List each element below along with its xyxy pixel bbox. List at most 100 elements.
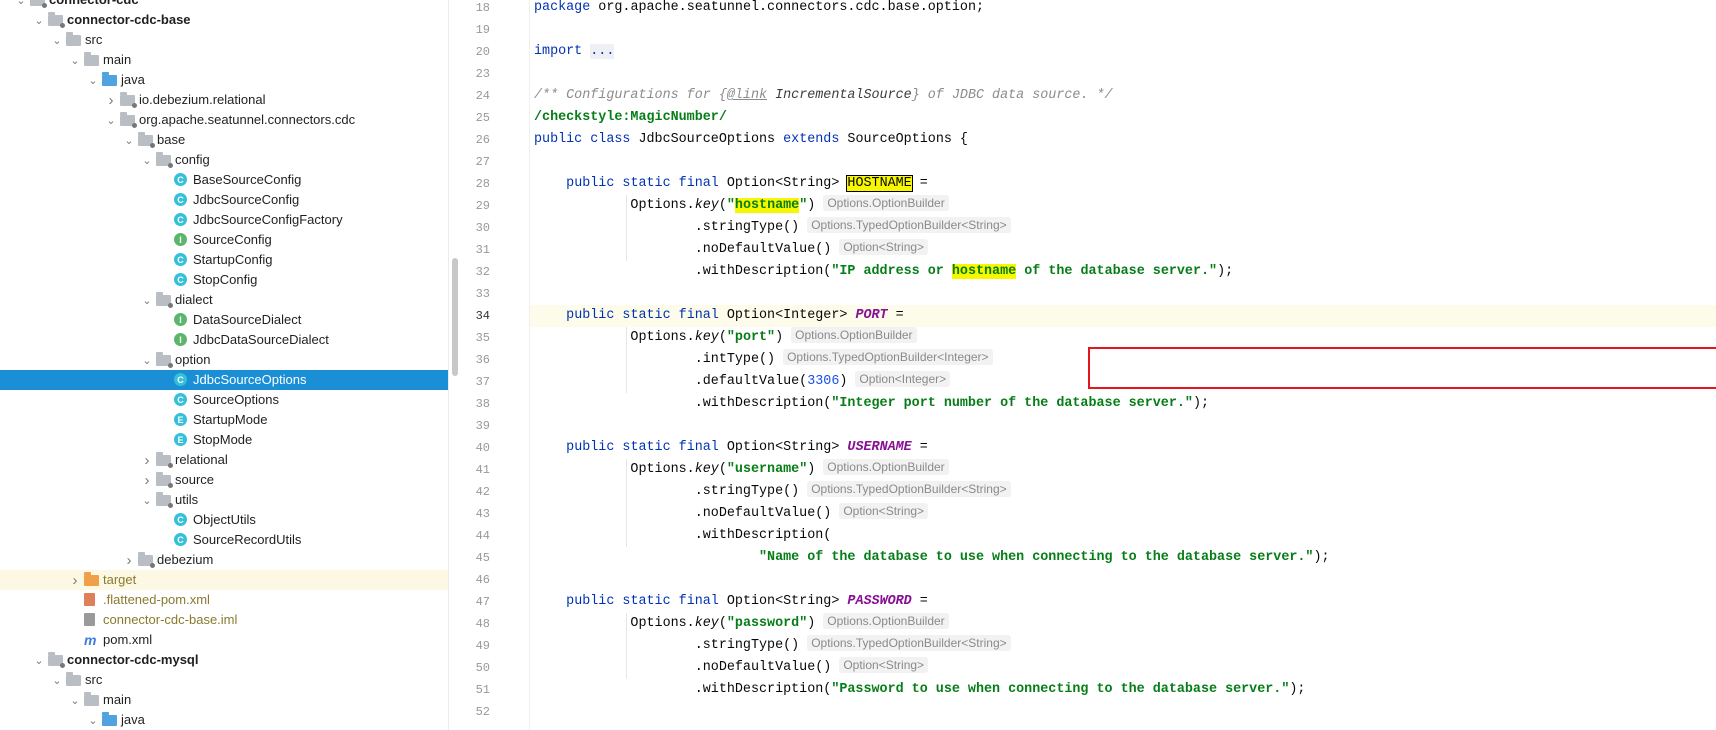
chevron-right-icon[interactable]: › (104, 90, 118, 110)
line-number[interactable]: 29 (464, 195, 490, 217)
code-line[interactable]: public static final Option<String> HOSTN… (534, 173, 928, 195)
chevron-down-icon[interactable]: ⌄ (140, 490, 154, 510)
tree-item-jdbcsourceoptions[interactable]: C JdbcSourceOptions (0, 370, 448, 390)
chevron-down-icon[interactable]: ⌄ (86, 710, 100, 730)
panel-divider[interactable] (448, 0, 449, 730)
tree-scrollbar[interactable] (452, 258, 458, 376)
code-line[interactable]: public class JdbcSourceOptions extends S… (534, 129, 968, 151)
chevron-down-icon[interactable]: ⌄ (68, 50, 82, 70)
code-line[interactable]: .withDescription("IP address or hostname… (534, 261, 1233, 283)
line-number[interactable]: 19 (464, 19, 490, 41)
line-number[interactable]: 51 (464, 679, 490, 701)
tree-item-io-debezium-relational[interactable]: › io.debezium.relational (0, 90, 448, 110)
line-number[interactable]: 47 (464, 591, 490, 613)
code-line[interactable]: Options.key("username") Options.OptionBui… (534, 459, 949, 481)
line-number[interactable]: 49 (464, 635, 490, 657)
chevron-down-icon[interactable]: ⌄ (104, 110, 118, 130)
chevron-down-icon[interactable]: ⌄ (86, 70, 100, 90)
tree-item-dialect[interactable]: ⌄ dialect (0, 290, 448, 310)
code-line[interactable]: .stringType() Options.TypedOptionBuilder<… (534, 481, 1011, 503)
line-number[interactable]: 43 (464, 503, 490, 525)
code-line[interactable]: Options.key("hostname") Options.OptionBui… (534, 195, 949, 217)
tree-item-connector-cdc[interactable]: ⌄ connector-cdc (0, 0, 448, 10)
code-line[interactable]: public static final Option<Integer> PORT… (534, 305, 904, 327)
tree-item-relational[interactable]: › relational (0, 450, 448, 470)
line-number[interactable]: 28 (464, 173, 490, 195)
line-number[interactable]: 37 (464, 371, 490, 393)
code-line[interactable]: /checkstyle:MagicNumber/ (534, 107, 727, 129)
line-number[interactable]: 27 (464, 151, 490, 173)
line-number[interactable]: 41 (464, 459, 490, 481)
code-line[interactable]: public static final Option<String> PASSW… (534, 591, 928, 613)
chevron-down-icon[interactable]: ⌄ (50, 30, 64, 50)
tree-item-source[interactable]: › source (0, 470, 448, 490)
tree-item-startupconfig[interactable]: C StartupConfig (0, 250, 448, 270)
line-number[interactable]: 50 (464, 657, 490, 679)
line-number[interactable]: 33 (464, 283, 490, 305)
code-line[interactable]: Options.key("port") Options.OptionBuilder (534, 327, 917, 349)
line-number[interactable]: 23 (464, 63, 490, 85)
tree-item-startupmode[interactable]: E StartupMode (0, 410, 448, 430)
chevron-down-icon[interactable]: ⌄ (32, 650, 46, 670)
line-number[interactable]: 38 (464, 393, 490, 415)
tree-item-stopconfig[interactable]: C StopConfig (0, 270, 448, 290)
chevron-right-icon[interactable]: › (140, 450, 154, 470)
tree-item-connector-cdc-base-iml[interactable]: connector-cdc-base.iml (0, 610, 448, 630)
line-number[interactable]: 32 (464, 261, 490, 283)
tree-item-main[interactable]: ⌄ main (0, 690, 448, 710)
line-number[interactable]: 18 (464, 0, 490, 19)
code-line[interactable]: .defaultValue(3306) Option<Integer> (534, 371, 951, 393)
line-number[interactable]: 48 (464, 613, 490, 635)
chevron-down-icon[interactable]: ⌄ (68, 690, 82, 710)
chevron-right-icon[interactable]: › (122, 550, 136, 570)
tree-item-org-apache-seatunnel-connectors-cdc[interactable]: ⌄ org.apache.seatunnel.connectors.cdc (0, 110, 448, 130)
code-line[interactable]: .stringType() Options.TypedOptionBuilder<… (534, 217, 1011, 239)
code-line[interactable]: .noDefaultValue() Option<String> (534, 657, 929, 679)
tree-item-connector-cdc-base[interactable]: ⌄ connector-cdc-base (0, 10, 448, 30)
tree-item-base[interactable]: ⌄ base (0, 130, 448, 150)
code-line[interactable]: import ... (534, 41, 615, 63)
tree-item-debezium[interactable]: › debezium (0, 550, 448, 570)
tree-item-jdbcdatasourcedialect[interactable]: I JdbcDataSourceDialect (0, 330, 448, 350)
code-line[interactable]: Options.key("password") Options.OptionBui… (534, 613, 949, 635)
tree-item-objectutils[interactable]: C ObjectUtils (0, 510, 448, 530)
line-number[interactable]: 25 (464, 107, 490, 129)
line-number[interactable]: 36 (464, 349, 490, 371)
line-number[interactable]: 34 (464, 305, 490, 327)
line-number[interactable]: 52 (464, 701, 490, 723)
code-line[interactable]: "Name of the database to use when connec… (534, 547, 1330, 569)
line-number[interactable]: 20 (464, 41, 490, 63)
line-number[interactable]: 46 (464, 569, 490, 591)
tree-item-flattened-pom-xml[interactable]: .flattened-pom.xml (0, 590, 448, 610)
tree-item-jdbcsourceconfigfactory[interactable]: C JdbcSourceConfigFactory (0, 210, 448, 230)
code-line[interactable]: /** Configurations for {@link Incrementa… (534, 85, 1113, 107)
tree-item-main[interactable]: ⌄ main (0, 50, 448, 70)
chevron-right-icon[interactable]: › (68, 570, 82, 590)
line-number[interactable]: 42 (464, 481, 490, 503)
chevron-down-icon[interactable]: ⌄ (50, 670, 64, 690)
code-line[interactable]: .noDefaultValue() Option<String> (534, 239, 929, 261)
chevron-right-icon[interactable]: › (140, 470, 154, 490)
line-number[interactable]: 26 (464, 129, 490, 151)
tree-item-utils[interactable]: ⌄ utils (0, 490, 448, 510)
code-line[interactable]: .withDescription("Integer port number of… (534, 393, 1209, 415)
tree-item-src[interactable]: ⌄ src (0, 670, 448, 690)
line-number[interactable]: 44 (464, 525, 490, 547)
line-number[interactable]: 31 (464, 239, 490, 261)
code-line[interactable]: .stringType() Options.TypedOptionBuilder<… (534, 635, 1011, 657)
chevron-down-icon[interactable]: ⌄ (122, 130, 136, 150)
chevron-down-icon[interactable]: ⌄ (14, 0, 28, 10)
code-line[interactable]: package org.apache.seatunnel.connectors.… (534, 0, 984, 19)
chevron-down-icon[interactable]: ⌄ (140, 350, 154, 370)
tree-item-sourcerecordutils[interactable]: C SourceRecordUtils (0, 530, 448, 550)
tree-item-stopmode[interactable]: E StopMode (0, 430, 448, 450)
tree-item-target[interactable]: › target (0, 570, 448, 590)
line-number[interactable]: 30 (464, 217, 490, 239)
code-editor[interactable]: 18 19 20 23 24 25 26 27 28 29 30 31 32 33 34 35 36 37 38 39… (464, 0, 1716, 730)
chevron-down-icon[interactable]: ⌄ (32, 10, 46, 30)
chevron-down-icon[interactable]: ⌄ (140, 150, 154, 170)
tree-item-datasourcedialect[interactable]: I DataSourceDialect (0, 310, 448, 330)
tree-item-jdbcsourceconfig[interactable]: C JdbcSourceConfig (0, 190, 448, 210)
folded-imports[interactable]: ... (590, 44, 615, 59)
line-number[interactable]: 40 (464, 437, 490, 459)
